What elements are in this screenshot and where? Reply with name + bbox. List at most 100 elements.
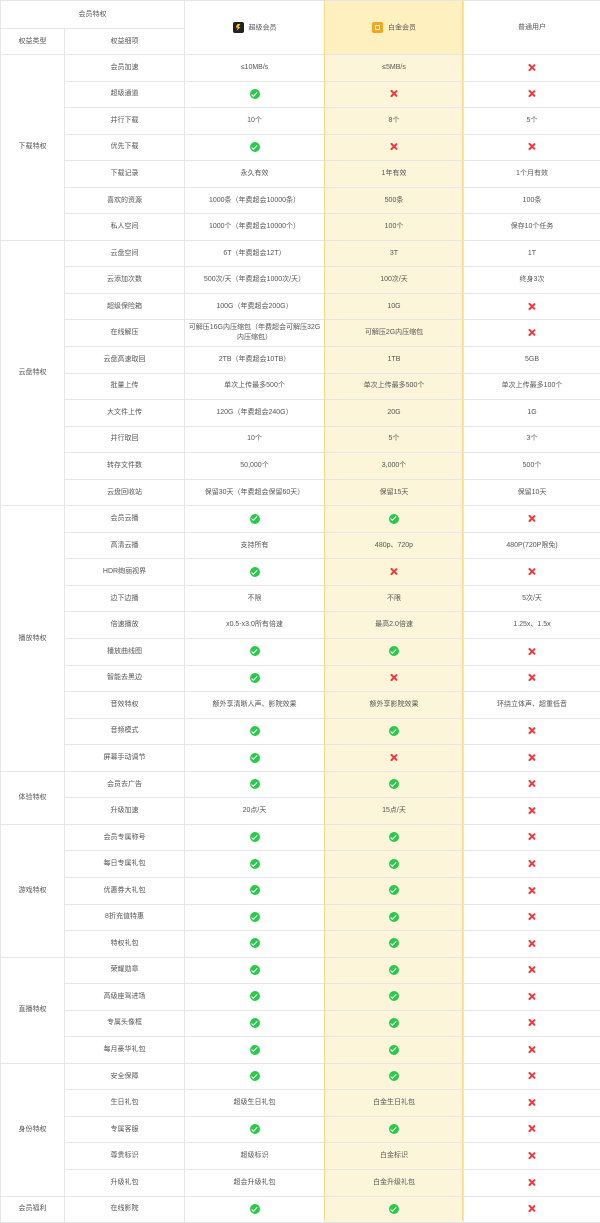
normal-user-value: 3个 (464, 426, 600, 453)
platinum-member-value (325, 745, 464, 772)
benefit-item-cell: 并行取回 (65, 426, 185, 453)
normal-user-value (464, 81, 600, 108)
normal-user-value (464, 1037, 600, 1064)
super-member-value (185, 1010, 325, 1037)
check-icon (250, 646, 260, 656)
benefit-item-cell: 超级通道 (65, 81, 185, 108)
super-member-value: 保留30天（年费超会保留60天） (185, 479, 325, 506)
benefit-item-cell: 专属头像框 (65, 1010, 185, 1037)
table-row: 生日礼包超级生日礼包白金生日礼包 (1, 1090, 600, 1117)
platinum-member-value (325, 824, 464, 851)
super-member-value (185, 665, 325, 692)
super-member-value (185, 984, 325, 1011)
cross-icon (528, 939, 537, 948)
benefit-item-header: 权益细项 (65, 29, 185, 55)
platinum-member-value: 保留15天 (325, 479, 464, 506)
table-row: 云添加次数500次/天（年费超会1000次/天）100次/天终身3次 (1, 267, 600, 294)
super-member-value (185, 931, 325, 958)
benefit-type-cell: 播放特权 (1, 506, 65, 771)
benefit-item-cell: 高清云播 (65, 532, 185, 559)
platinum-member-value: 5个 (325, 426, 464, 453)
platinum-member-value (325, 1116, 464, 1143)
platinum-member-value (325, 984, 464, 1011)
table-row: 高级座驾进场 (1, 984, 600, 1011)
benefit-type-cell: 会员福利 (1, 1196, 65, 1223)
cross-icon (528, 1124, 537, 1133)
cross-icon (528, 779, 537, 788)
benefit-item-cell: 屏幕手动调节 (65, 745, 185, 772)
platinum-member-value (325, 718, 464, 745)
super-member-value (185, 771, 325, 798)
check-icon (389, 965, 399, 975)
normal-user-value (464, 851, 600, 878)
table-row: 超级通道 (1, 81, 600, 108)
normal-user-value (464, 320, 600, 347)
normal-user-value (464, 877, 600, 904)
platinum-member-value (325, 1010, 464, 1037)
cross-icon (528, 912, 537, 921)
table-row: 智能去黑边 (1, 665, 600, 692)
benefit-type-cell: 下载特权 (1, 55, 65, 241)
cross-icon (528, 302, 537, 311)
normal-user-value (464, 506, 600, 533)
table-row: 专属客服 (1, 1116, 600, 1143)
benefit-item-cell: 优先下载 (65, 134, 185, 161)
platinum-member-value (325, 1196, 464, 1223)
cross-icon (528, 328, 537, 337)
super-member-value: 额外享清晰人声、影院效果 (185, 692, 325, 719)
super-member-value (185, 1037, 325, 1064)
super-member-value: 支持所有 (185, 532, 325, 559)
normal-user-value (464, 1090, 600, 1117)
platinum-member-header: 白金会员 (325, 1, 464, 55)
benefit-item-cell: 音效特权 (65, 692, 185, 719)
normal-user-value (464, 293, 600, 320)
normal-user-value (464, 55, 600, 82)
check-icon (250, 885, 260, 895)
normal-user-value (464, 931, 600, 958)
normal-user-value (464, 1116, 600, 1143)
super-member-value: 超会升级礼包 (185, 1169, 325, 1196)
table-row: 高清云播支持所有480p、720p480P(720P限免) (1, 532, 600, 559)
normal-user-value: 保存10个任务 (464, 214, 600, 241)
super-member-value (185, 1116, 325, 1143)
table-row: 边下边播不限不限5次/天 (1, 585, 600, 612)
normal-user-value (464, 639, 600, 666)
check-icon (250, 567, 260, 577)
normal-user-value: 100条 (464, 187, 600, 214)
platinum-member-value: 单次上传最多500个 (325, 373, 464, 400)
table-row: 屏幕手动调节 (1, 745, 600, 772)
table-row: 播放特权会员云播 (1, 506, 600, 533)
table-row: 每月豪华礼包 (1, 1037, 600, 1064)
table-row: 云盘回收站保留30天（年费超会保留60天）保留15天保留10天 (1, 479, 600, 506)
normal-user-header: 普通用户 (464, 1, 600, 55)
platinum-member-value: 1TB (325, 347, 464, 374)
check-icon (389, 859, 399, 869)
platinum-member-value: 1年有效 (325, 161, 464, 188)
platinum-member-value (325, 851, 464, 878)
super-member-value: ≤10MB/s (185, 55, 325, 82)
benefit-item-cell: 音频模式 (65, 718, 185, 745)
cross-icon (528, 1151, 537, 1160)
check-icon (389, 646, 399, 656)
benefit-item-cell: 会员云播 (65, 506, 185, 533)
super-member-value: 超级标识 (185, 1143, 325, 1170)
cross-icon (528, 753, 537, 762)
super-member-value: 超级生日礼包 (185, 1090, 325, 1117)
cross-icon (528, 726, 537, 735)
benefit-item-cell: 专属客服 (65, 1116, 185, 1143)
normal-user-value (464, 745, 600, 772)
benefit-item-cell: 并行下载 (65, 108, 185, 135)
normal-user-value (464, 134, 600, 161)
check-icon (250, 779, 260, 789)
membership-comparison: 会员特权 超级会员 白金会员 普通用户 权益类型 权益细项 下载特权会员加速≤1… (0, 0, 600, 1220)
cross-icon (528, 1098, 537, 1107)
lightning-badge-icon (233, 22, 244, 33)
benefit-item-cell: 每月豪华礼包 (65, 1037, 185, 1064)
check-icon (389, 1018, 399, 1028)
benefit-item-cell: 云盘高速取回 (65, 347, 185, 374)
benefit-type-cell: 体验特权 (1, 771, 65, 824)
platinum-member-value: 480p、720p (325, 532, 464, 559)
table-row: 播放曲线图 (1, 639, 600, 666)
benefit-item-cell: 会员专属称号 (65, 824, 185, 851)
normal-user-value: 500个 (464, 453, 600, 480)
